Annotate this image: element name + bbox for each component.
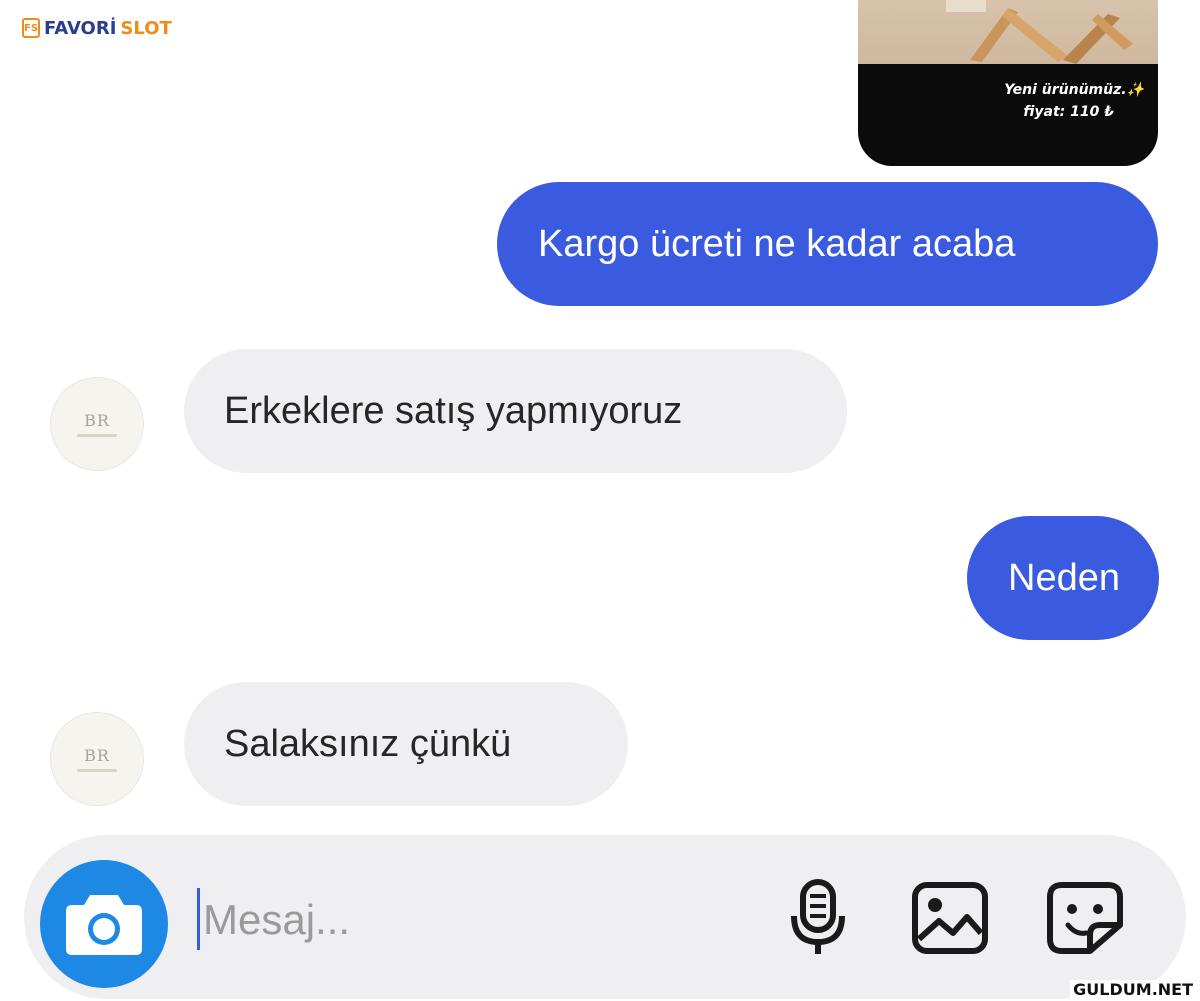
- incoming-message[interactable]: Salaksınız çünkü: [184, 682, 628, 806]
- gallery-icon: [912, 882, 988, 954]
- wooden-stand-image: [946, 0, 1133, 64]
- incoming-message[interactable]: Erkeklere satış yapmıyoruz: [184, 349, 847, 473]
- camera-icon: [66, 895, 142, 955]
- post-caption-price: fiyat: 110 ₺: [1023, 104, 1114, 120]
- microphone-icon: [791, 879, 845, 954]
- avatar-monogram: BR: [84, 746, 110, 765]
- gallery-button[interactable]: [910, 878, 990, 958]
- logo-text-suffix: SLOT: [120, 17, 172, 39]
- avatar-subtext-mark: [77, 434, 117, 437]
- site-watermark: GULDUM.NET: [1070, 980, 1196, 999]
- logo-text-prefix: FAVORİ: [44, 17, 117, 39]
- message-input[interactable]: [203, 880, 743, 960]
- camera-button[interactable]: [40, 860, 168, 988]
- contact-avatar[interactable]: BR: [50, 377, 144, 471]
- shared-product-post[interactable]: Yeni ürünümüz.✨ fiyat: 110 ₺: [858, 0, 1158, 166]
- post-caption-title: Yeni ürünümüz.✨: [1004, 82, 1144, 98]
- logo-mark: FS: [22, 18, 40, 38]
- text-cursor: [197, 888, 200, 950]
- microphone-button[interactable]: [778, 878, 858, 958]
- contact-avatar[interactable]: BR: [50, 712, 144, 806]
- sticker-button[interactable]: [1045, 878, 1125, 958]
- outgoing-message[interactable]: Neden: [967, 516, 1159, 640]
- outgoing-message[interactable]: Kargo ücreti ne kadar acaba: [497, 182, 1158, 306]
- sticker-icon: [1047, 882, 1123, 954]
- avatar-subtext-mark: [77, 769, 117, 772]
- avatar-monogram: BR: [84, 411, 110, 430]
- favorislot-logo: FS FAVORİ SLOT: [22, 14, 172, 42]
